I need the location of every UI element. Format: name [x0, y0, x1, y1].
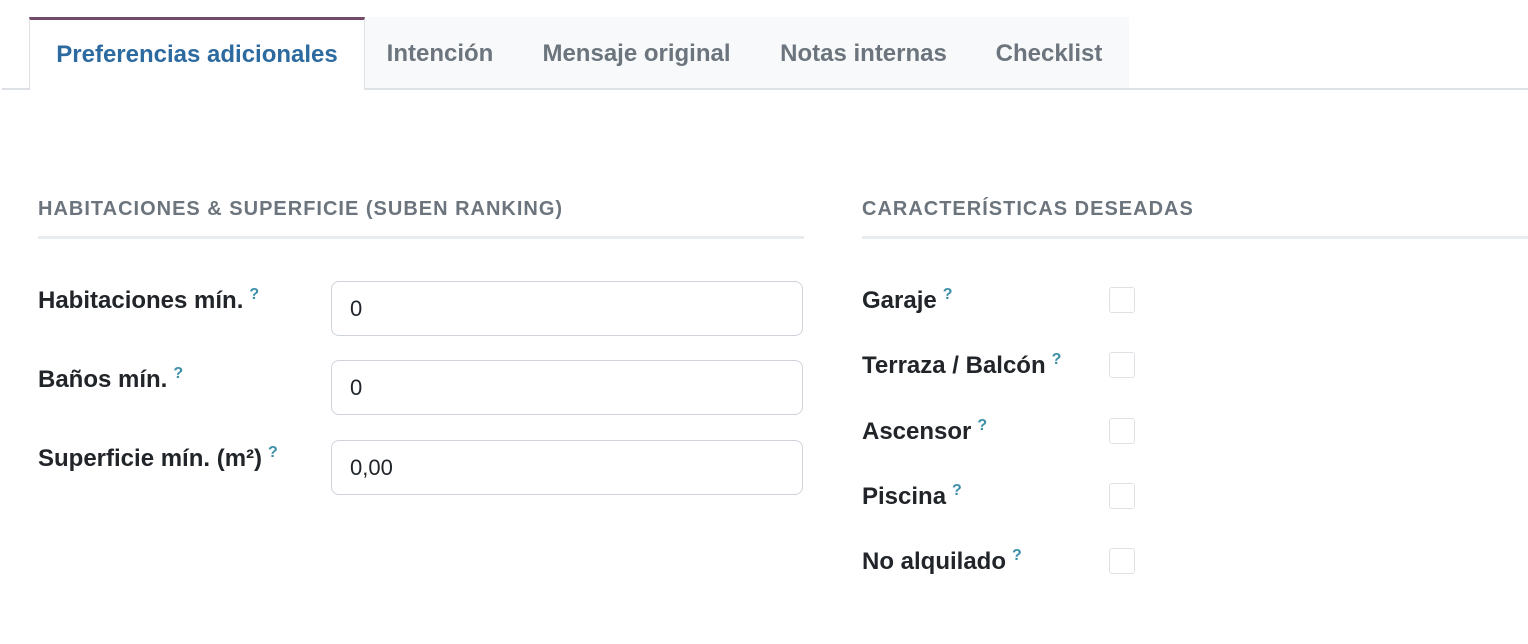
help-icon[interactable]: ? [173, 365, 183, 382]
tab-intencion[interactable]: Intención [365, 17, 515, 90]
rooms-section-divider [38, 236, 804, 239]
help-icon[interactable]: ? [1012, 547, 1022, 564]
feature-label-terraza-balcon: Terraza / Balcón? [862, 351, 1061, 380]
field-label-text: Superficie mín. (m²) [38, 445, 263, 472]
feature-label-piscina: Piscina? [862, 482, 962, 511]
help-icon[interactable]: ? [268, 444, 278, 461]
help-icon[interactable]: ? [1052, 351, 1062, 368]
banos-min-input[interactable] [331, 360, 803, 415]
features-section-divider [862, 236, 1528, 239]
superficie-min-input[interactable] [331, 440, 803, 495]
help-icon[interactable]: ? [943, 286, 953, 303]
field-label-superficie: Superficie mín. (m²)? [38, 444, 278, 473]
help-icon[interactable]: ? [977, 417, 987, 434]
feature-label-ascensor: Ascensor? [862, 417, 987, 446]
field-label-text: Habitaciones mín. [38, 287, 244, 314]
piscina-checkbox[interactable] [1109, 483, 1135, 509]
feature-label-garaje: Garaje? [862, 286, 953, 315]
feature-label-text: Piscina [862, 483, 947, 510]
features-section-title: CARACTERÍSTICAS DESEADAS [862, 198, 1194, 220]
field-label-text: Baños mín. [38, 366, 168, 393]
feature-label-no-alquilado: No alquilado? [862, 547, 1022, 576]
no-alquilado-checkbox[interactable] [1109, 548, 1135, 574]
terraza-balcon-checkbox[interactable] [1109, 352, 1135, 378]
field-label-banos: Baños mín.? [38, 365, 183, 394]
field-label-habitaciones: Habitaciones mín.? [38, 286, 259, 315]
tab-checklist[interactable]: Checklist [969, 17, 1129, 90]
tab-notas-internas[interactable]: Notas internas [758, 17, 969, 90]
tab-strip: Preferencias adicionales Intención Mensa… [0, 0, 1528, 90]
garaje-checkbox[interactable] [1109, 287, 1135, 313]
tab-mensaje-original[interactable]: Mensaje original [515, 17, 758, 90]
feature-label-text: Garaje [862, 287, 937, 314]
help-icon[interactable]: ? [952, 482, 962, 499]
rooms-section-title: HABITACIONES & SUPERFICIE (SUBEN RANKING… [38, 198, 564, 220]
feature-label-text: Terraza / Balcón [862, 352, 1046, 379]
feature-label-text: No alquilado [862, 548, 1006, 575]
tab-preferencias-adicionales[interactable]: Preferencias adicionales [29, 17, 365, 90]
ascensor-checkbox[interactable] [1109, 418, 1135, 444]
habitaciones-min-input[interactable] [331, 281, 803, 336]
help-icon[interactable]: ? [249, 286, 259, 303]
feature-label-text: Ascensor [862, 418, 972, 445]
